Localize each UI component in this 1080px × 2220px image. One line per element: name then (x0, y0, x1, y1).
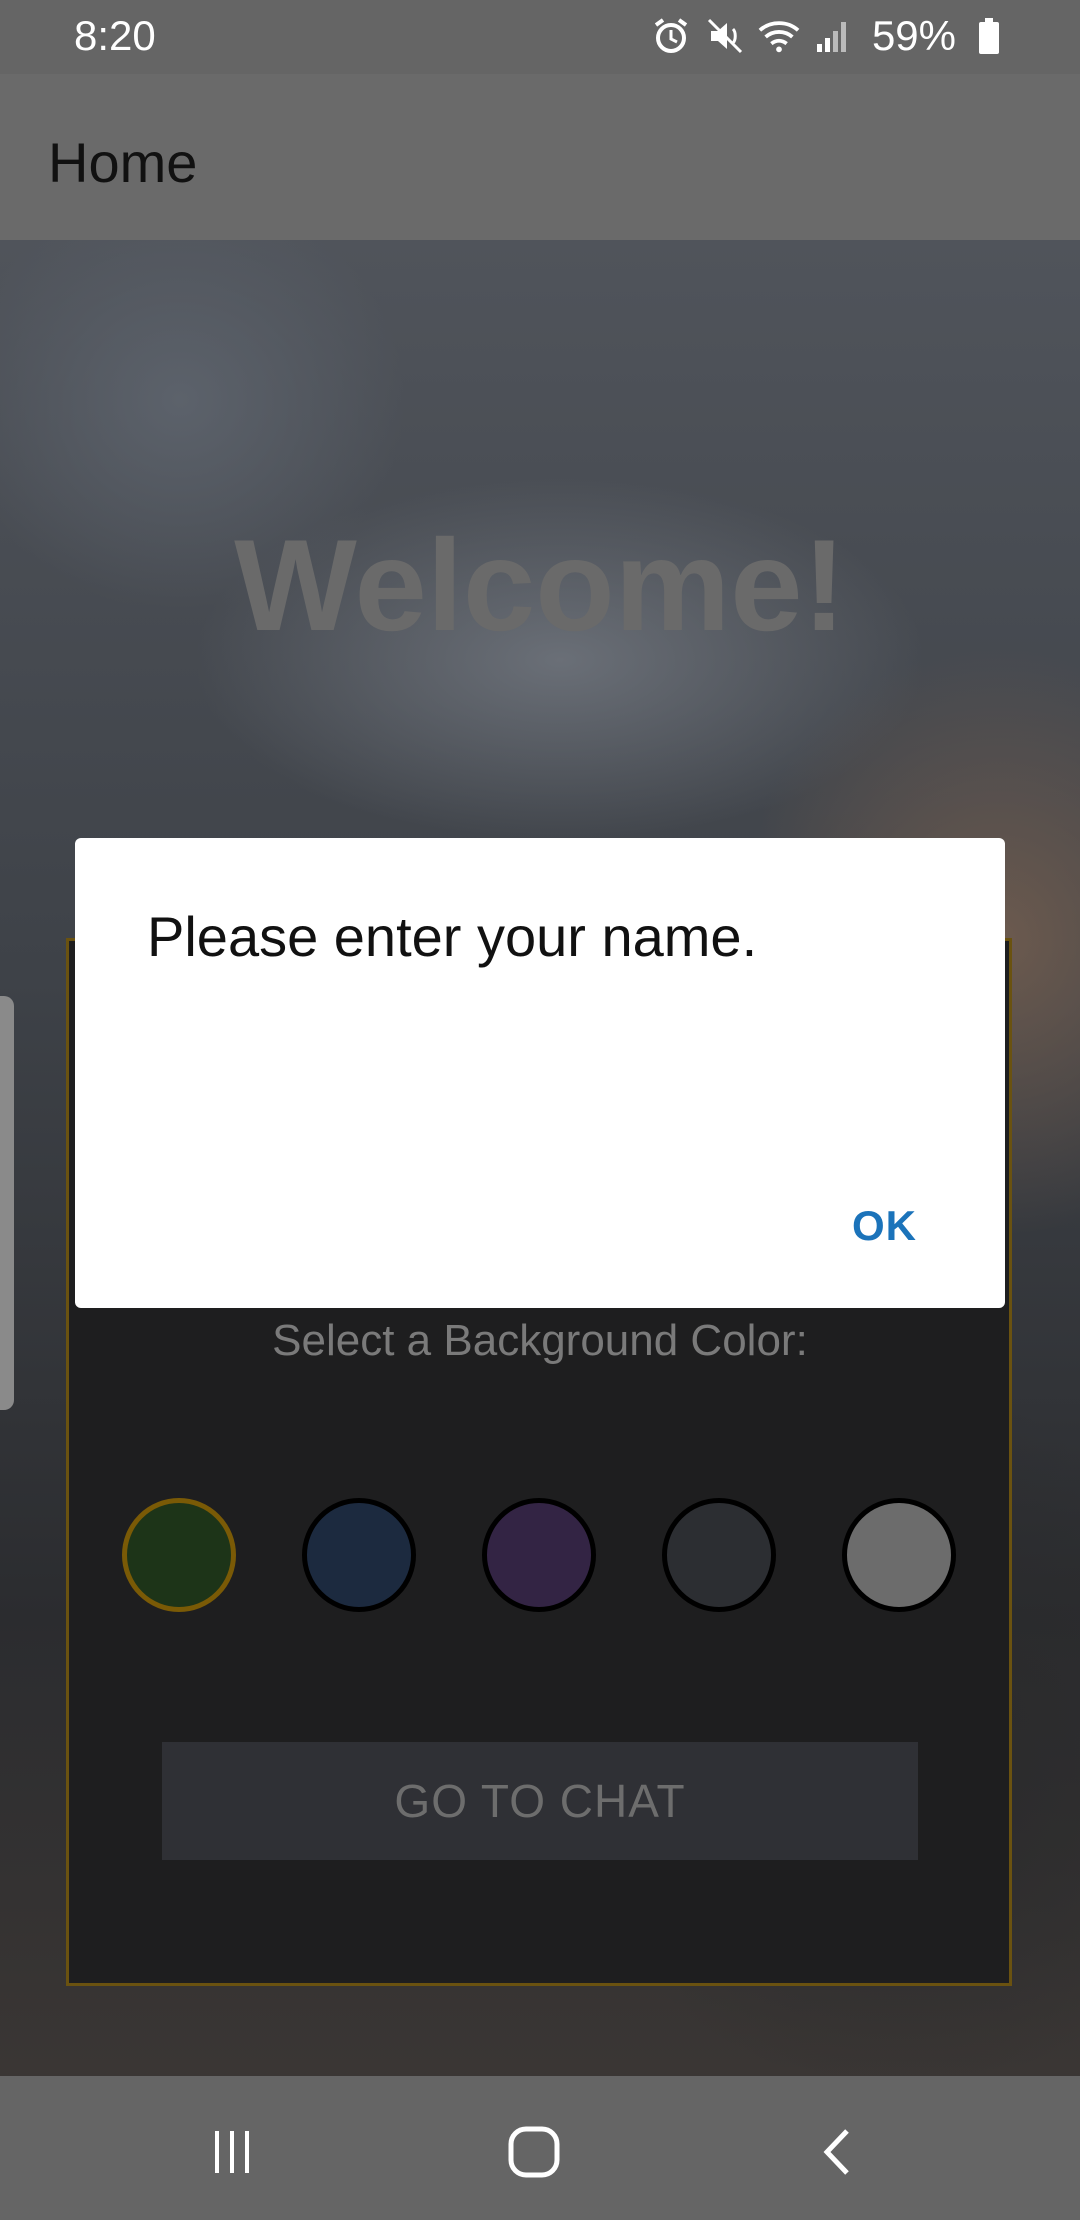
dialog-message: Please enter your name. (147, 905, 758, 968)
alert-dialog: Please enter your name. OK (75, 838, 1005, 1308)
ok-button[interactable]: OK (852, 1202, 917, 1250)
